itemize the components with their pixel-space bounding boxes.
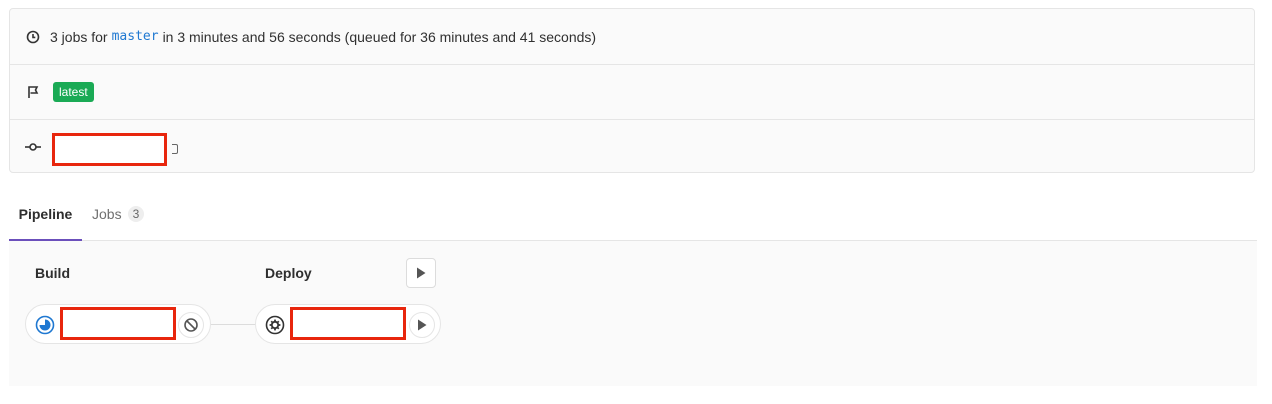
- clock-icon: [25, 29, 41, 45]
- tab-jobs-label: Jobs: [92, 206, 122, 222]
- pipeline-badges-row: latest: [10, 64, 1254, 119]
- flag-icon: [25, 84, 41, 100]
- pipeline-duration-text: 3 jobs for master in 3 minutes and 56 se…: [50, 29, 596, 45]
- running-status-icon: [35, 315, 55, 335]
- redacted-commit-sha: [52, 133, 167, 166]
- commit-icon: [25, 139, 41, 155]
- cancel-icon: [184, 318, 198, 332]
- jobs-prefix: 3 jobs for: [50, 28, 108, 45]
- play-job-button[interactable]: [409, 312, 435, 338]
- stage-title-build: Build: [35, 265, 70, 281]
- branch-link[interactable]: master: [112, 29, 159, 44]
- deploy-stage-play-button[interactable]: [406, 258, 436, 288]
- tab-pipeline[interactable]: Pipeline: [9, 188, 82, 241]
- pipeline-graph: Build Deploy: [9, 241, 1257, 386]
- redacted-build-job-name: [60, 307, 176, 340]
- pipeline-duration-row: 3 jobs for master in 3 minutes and 56 se…: [10, 9, 1254, 64]
- pipeline-info-box: 3 jobs for master in 3 minutes and 56 se…: [9, 8, 1255, 173]
- manual-status-icon: [265, 315, 285, 335]
- commit-row: [10, 119, 1254, 174]
- jobs-suffix: in 3 minutes and 56 seconds (queued for …: [162, 28, 597, 45]
- copy-icon[interactable]: [172, 144, 178, 154]
- pipeline-tabs: Pipeline Jobs 3: [9, 188, 1257, 241]
- play-icon: [417, 267, 426, 279]
- stage-title-deploy: Deploy: [265, 265, 312, 281]
- jobs-count-badge: 3: [127, 206, 145, 222]
- redacted-deploy-job-name: [290, 307, 406, 340]
- cancel-job-button[interactable]: [178, 312, 204, 338]
- stage-connector: [211, 324, 257, 325]
- tab-jobs[interactable]: Jobs 3: [92, 188, 145, 240]
- latest-badge: latest: [53, 82, 94, 102]
- tab-pipeline-label: Pipeline: [18, 205, 73, 222]
- play-icon: [418, 319, 427, 331]
